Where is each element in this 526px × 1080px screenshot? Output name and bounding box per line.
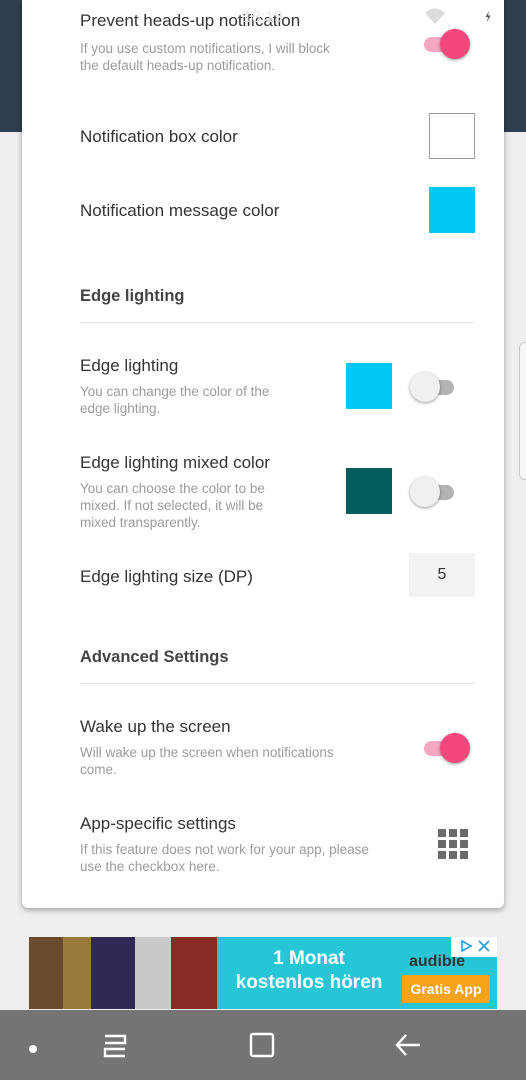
- edge-mixed-color-swatch[interactable]: [346, 468, 392, 514]
- wake-screen-toggle[interactable]: [420, 731, 470, 765]
- advanced-settings-section: Advanced Settings: [80, 648, 474, 667]
- heads-up-desc-line-1: If you use custom notifications, I will …: [80, 41, 330, 56]
- app-specific-desc-line-1: If this feature does not work for your a…: [80, 842, 369, 857]
- edge-mixed-desc-line-2: mixed. If not selected, it will be: [80, 498, 264, 513]
- ad-cta-button[interactable]: Gratis App: [402, 975, 490, 1003]
- heads-up-desc-line-2: the default heads-up notification.: [80, 58, 276, 73]
- box-color-title: Notification box color: [80, 127, 238, 146]
- edge-mixed-desc-line-1: You can choose the color to be: [80, 481, 265, 496]
- box-color-swatch[interactable]: [429, 113, 475, 159]
- apps-grid-icon[interactable]: [438, 829, 468, 859]
- ad-headline: 1 Monat kostenlos hören: [225, 947, 393, 995]
- edge-lighting-title: Edge lighting: [80, 356, 179, 375]
- back-icon[interactable]: [394, 1032, 422, 1063]
- recent-apps-icon[interactable]: [101, 1033, 129, 1064]
- status-bar: 18:19: [0, 0, 526, 36]
- section-title-edge-lighting: Edge lighting: [80, 287, 185, 305]
- nav-dot-icon[interactable]: [28, 1041, 38, 1059]
- home-icon[interactable]: [249, 1032, 275, 1063]
- edge-lighting-toggle[interactable]: [410, 370, 460, 404]
- toggle-thumb: [410, 372, 440, 402]
- heads-up-desc: If you use custom notifications, I will …: [80, 40, 474, 74]
- edge-lighting-desc: You can change the color of the edge lig…: [80, 383, 354, 417]
- message-color-setting[interactable]: Notification message color: [80, 200, 474, 222]
- app-specific-title: App-specific settings: [80, 814, 236, 833]
- message-color-swatch[interactable]: [429, 187, 475, 233]
- ad-headline-line-2: kostenlos hören: [235, 972, 383, 993]
- box-color-setting[interactable]: Notification box color: [80, 126, 474, 148]
- app-specific-desc-line-2: use the checkbox here.: [80, 859, 220, 874]
- toggle-thumb: [440, 733, 470, 763]
- wake-screen-title: Wake up the screen: [80, 717, 231, 736]
- edge-lighting-section: Edge lighting: [80, 287, 474, 306]
- edge-mixed-desc: You can choose the color to be mixed. If…: [80, 480, 354, 531]
- section-title-advanced-settings: Advanced Settings: [80, 648, 229, 666]
- ad-choices-icon[interactable]: [459, 939, 473, 956]
- edge-mixed-color-setting[interactable]: Edge lighting mixed color You can choose…: [80, 452, 354, 531]
- divider: [80, 322, 474, 323]
- app-specific-setting[interactable]: App-specific settings If this feature do…: [80, 813, 474, 875]
- status-time: 18:19: [242, 9, 284, 26]
- wake-screen-desc: Will wake up the screen when notificatio…: [80, 744, 474, 778]
- wake-screen-desc-line-2: come.: [80, 762, 117, 777]
- edge-mixed-toggle[interactable]: [410, 475, 460, 509]
- app-specific-desc: If this feature does not work for your a…: [80, 841, 474, 875]
- wake-screen-desc-line-1: Will wake up the screen when notificatio…: [80, 745, 334, 760]
- edge-size-input[interactable]: 5: [409, 553, 475, 597]
- navigation-bar: [0, 1010, 526, 1080]
- message-color-title: Notification message color: [80, 201, 280, 220]
- edge-lighting-desc-line-2: edge lighting.: [80, 401, 161, 416]
- edge-mixed-desc-line-3: mixed transparently.: [80, 515, 201, 530]
- edge-lighting-setting[interactable]: Edge lighting You can change the color o…: [80, 355, 354, 417]
- wake-screen-setting[interactable]: Wake up the screen Will wake up the scre…: [80, 716, 474, 778]
- settings-dialog: Prevent heads-up notification If you use…: [22, 0, 504, 908]
- ad-banner[interactable]: 1 Monat kostenlos hören audible Gratis A…: [29, 937, 497, 1009]
- edge-lighting-color-swatch[interactable]: [346, 363, 392, 409]
- edge-panel-handle[interactable]: [519, 342, 526, 480]
- ad-close-icon[interactable]: [477, 939, 490, 955]
- divider: [80, 683, 474, 684]
- ad-choices-controls: [451, 937, 497, 957]
- edge-mixed-title: Edge lighting mixed color: [80, 453, 270, 472]
- ad-book-covers-image: [29, 937, 217, 1009]
- toggle-thumb: [410, 477, 440, 507]
- edge-lighting-desc-line-1: You can change the color of the: [80, 384, 270, 399]
- ad-headline-line-1: 1 Monat: [273, 948, 345, 969]
